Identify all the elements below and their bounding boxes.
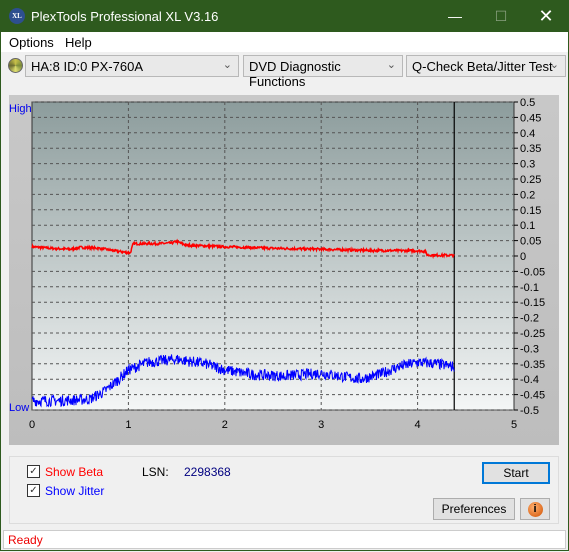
y-tick-label: -0.4 xyxy=(520,374,539,386)
start-button[interactable]: Start xyxy=(482,462,550,484)
y-tick-label: 0.35 xyxy=(520,143,541,155)
y-tick-label: -0.35 xyxy=(520,359,545,371)
lsn-value: 2298368 xyxy=(184,465,231,479)
x-tick-label: 4 xyxy=(415,419,421,431)
x-tick-label: 5 xyxy=(511,419,517,431)
x-tick-label: 0 xyxy=(29,419,35,431)
show-jitter-label: Show Jitter xyxy=(45,484,105,498)
y-tick-label: 0.05 xyxy=(520,236,541,248)
y-tick-label: 0.3 xyxy=(520,159,535,171)
y-tick-label: -0.45 xyxy=(520,390,545,402)
y-tick-label: -0.15 xyxy=(520,297,545,309)
preferences-button[interactable]: Preferences xyxy=(433,498,515,520)
x-tick-label: 3 xyxy=(318,419,324,431)
y-tick-label: 0.25 xyxy=(520,174,541,186)
show-beta-label: Show Beta xyxy=(45,465,104,479)
y-tick-label: -0.3 xyxy=(520,343,539,355)
y-tick-label: -0.25 xyxy=(520,328,545,340)
y-tick-label: 0.15 xyxy=(520,205,541,217)
y-tick-label: 0 xyxy=(520,251,526,263)
info-button[interactable]: i xyxy=(520,498,550,520)
x-tick-label: 1 xyxy=(125,419,131,431)
y-tick-label: -0.05 xyxy=(520,266,545,278)
y-tick-label: -0.2 xyxy=(520,313,539,325)
y-tick-label: -0.5 xyxy=(520,405,539,417)
lsn-label: LSN: xyxy=(142,465,169,479)
show-beta-checkbox[interactable]: ✓ xyxy=(27,465,40,478)
status-bar: Ready xyxy=(3,530,566,549)
y-tick-label: 0.2 xyxy=(520,189,535,201)
y-tick-label: 0.5 xyxy=(520,97,535,109)
x-tick-label: 2 xyxy=(222,419,228,431)
info-icon: i xyxy=(527,502,543,517)
show-jitter-checkbox[interactable]: ✓ xyxy=(27,484,40,497)
y-tick-label: 0.1 xyxy=(520,220,535,232)
y-tick-label: -0.1 xyxy=(520,282,539,294)
y-tick-label: 0.45 xyxy=(520,112,541,124)
y-tick-label: 0.4 xyxy=(520,128,535,140)
